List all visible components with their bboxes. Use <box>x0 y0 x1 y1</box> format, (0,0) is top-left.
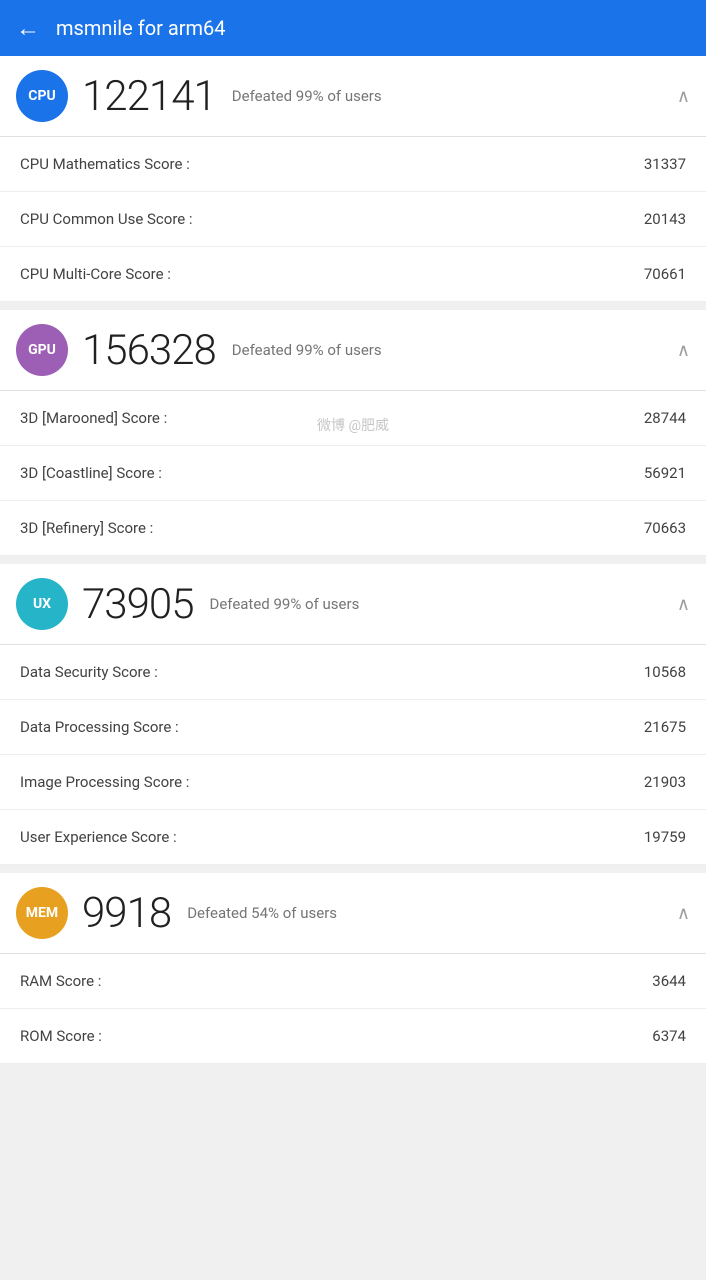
cpu-details-list: CPU Mathematics Score : 31337 CPU Common U… <box>0 137 706 302</box>
gpu-chevron-icon: ∧ <box>677 340 690 361</box>
table-row: CPU Common Use Score : 20143 <box>0 192 706 247</box>
detail-label: CPU Mathematics Score : <box>20 155 190 173</box>
detail-value: 21903 <box>644 773 686 791</box>
cpu-defeated-text: Defeated 99% of users <box>232 87 677 105</box>
detail-value: 10568 <box>644 663 686 681</box>
detail-label: Data Processing Score : <box>20 718 179 736</box>
table-row: ROM Score : 6374 <box>0 1009 706 1064</box>
gpu-section: GPU 156328 Defeated 99% of users ∧ 3D [M… <box>0 310 706 556</box>
ux-section: UX 73905 Defeated 99% of users ∧ Data Se… <box>0 564 706 865</box>
mem-defeated-text: Defeated 54% of users <box>187 904 677 922</box>
cpu-badge: CPU <box>16 70 68 122</box>
detail-label: ROM Score : <box>20 1027 102 1045</box>
detail-value: 20143 <box>644 210 686 228</box>
cpu-section: CPU 122141 Defeated 99% of users ∧ CPU M… <box>0 56 706 302</box>
table-row: Data Processing Score : 21675 <box>0 700 706 755</box>
table-row: 3D [Marooned] Score : 28744 <box>0 391 706 446</box>
ux-badge: UX <box>16 578 68 630</box>
ux-score-row[interactable]: UX 73905 Defeated 99% of users ∧ <box>0 564 706 645</box>
back-button[interactable]: ← <box>16 14 40 43</box>
app-header: ← msmnile for arm64 <box>0 0 706 56</box>
mem-score-row[interactable]: MEM 9918 Defeated 54% of users ∧ <box>0 873 706 954</box>
ux-defeated-text: Defeated 99% of users <box>209 595 676 613</box>
ux-details-list: Data Security Score : 10568 Data Processin… <box>0 645 706 865</box>
detail-label: 3D [Marooned] Score : <box>20 409 167 427</box>
detail-value: 70661 <box>644 265 686 283</box>
table-row: RAM Score : 3644 <box>0 954 706 1009</box>
detail-label: 3D [Coastline] Score : <box>20 464 162 482</box>
table-row: User Experience Score : 19759 <box>0 810 706 865</box>
detail-label: CPU Multi-Core Score : <box>20 265 171 283</box>
detail-value: 6374 <box>652 1027 686 1045</box>
detail-value: 70663 <box>644 519 686 537</box>
table-row: CPU Multi-Core Score : 70661 <box>0 247 706 302</box>
detail-value: 56921 <box>644 464 686 482</box>
cpu-score: 122141 <box>82 72 216 121</box>
detail-value: 21675 <box>644 718 686 736</box>
table-row: 3D [Refinery] Score : 70663 <box>0 501 706 556</box>
gpu-defeated-text: Defeated 99% of users <box>232 341 677 359</box>
mem-section: MEM 9918 Defeated 54% of users ∧ RAM Sco… <box>0 873 706 1064</box>
detail-value: 3644 <box>652 972 686 990</box>
detail-label: CPU Common Use Score : <box>20 210 193 228</box>
table-row: CPU Mathematics Score : 31337 <box>0 137 706 192</box>
gpu-details-list: 3D [Marooned] Score : 28744 3D [Coastline]… <box>0 391 706 556</box>
mem-badge: MEM <box>16 887 68 939</box>
detail-label: Data Security Score : <box>20 663 158 681</box>
ux-score: 73905 <box>82 580 193 629</box>
detail-value: 31337 <box>644 155 686 173</box>
mem-score: 9918 <box>82 889 171 938</box>
gpu-score-row[interactable]: GPU 156328 Defeated 99% of users ∧ <box>0 310 706 391</box>
detail-label: RAM Score : <box>20 972 101 990</box>
detail-label: User Experience Score : <box>20 828 177 846</box>
gpu-score: 156328 <box>82 326 216 375</box>
detail-value: 28744 <box>644 409 686 427</box>
header-title: msmnile for arm64 <box>56 16 226 40</box>
table-row: Image Processing Score : 21903 <box>0 755 706 810</box>
detail-value: 19759 <box>644 828 686 846</box>
detail-label: 3D [Refinery] Score : <box>20 519 153 537</box>
table-row: 3D [Coastline] Score : 56921 <box>0 446 706 501</box>
cpu-chevron-icon: ∧ <box>677 86 690 107</box>
detail-label: Image Processing Score : <box>20 773 189 791</box>
gpu-badge: GPU <box>16 324 68 376</box>
mem-chevron-icon: ∧ <box>677 903 690 924</box>
ux-chevron-icon: ∧ <box>677 594 690 615</box>
mem-details-list: RAM Score : 3644 ROM Score : 6374 <box>0 954 706 1064</box>
cpu-score-row[interactable]: CPU 122141 Defeated 99% of users ∧ <box>0 56 706 137</box>
table-row: Data Security Score : 10568 <box>0 645 706 700</box>
